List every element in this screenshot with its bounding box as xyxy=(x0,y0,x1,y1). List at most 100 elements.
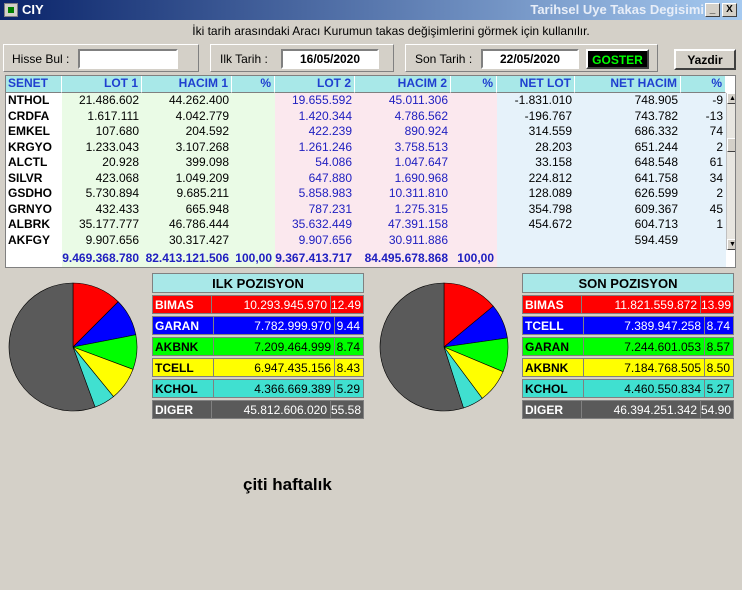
hisse-search-input[interactable] xyxy=(78,49,178,69)
grid-cell-lot1[interactable]: 35.177.777 xyxy=(62,217,142,233)
grid-cell-hacim2[interactable]: 1.275.315 xyxy=(355,202,451,218)
grid-cell-lot2[interactable]: 787.231 xyxy=(275,202,355,218)
scroll-down-icon[interactable]: ▼ xyxy=(727,239,735,250)
grid-cell-hacim2[interactable]: 30.911.886 xyxy=(355,233,451,249)
takas-grid[interactable]: SENET NTHOL CRDFA EMKEL KRGYO ALCTL SILVR GSDHO… xyxy=(5,75,736,268)
grid-cell-pct2[interactable] xyxy=(451,171,497,187)
grid-cell-hacim1[interactable]: 399.098 xyxy=(142,155,232,171)
grid-cell-hacim2[interactable]: 1.047.647 xyxy=(355,155,451,171)
grid-cell-hacim2[interactable]: 890.924 xyxy=(355,124,451,140)
grid-cell-net-pct[interactable]: 74 xyxy=(681,124,726,140)
column-header-net-pct[interactable]: % xyxy=(681,76,726,93)
grid-cell-net-pct[interactable]: -9 xyxy=(681,93,726,109)
grid-cell-lot2[interactable]: 5.858.983 xyxy=(275,186,355,202)
grid-cell-lot1[interactable]: 423.068 xyxy=(62,171,142,187)
grid-cell-pct1[interactable] xyxy=(232,155,275,171)
column-header-senet[interactable]: SENET xyxy=(6,76,62,93)
grid-cell-senet[interactable]: KRGYO xyxy=(6,140,62,156)
grid-vertical-scrollbar[interactable]: ▲ ▼ xyxy=(726,93,735,250)
grid-cell-pct1[interactable] xyxy=(232,140,275,156)
grid-cell-hacim1[interactable]: 204.592 xyxy=(142,124,232,140)
grid-cell-pct2[interactable] xyxy=(451,124,497,140)
scroll-up-icon[interactable]: ▲ xyxy=(727,93,735,104)
grid-cell-hacim1[interactable]: 4.042.779 xyxy=(142,109,232,125)
grid-cell-net-lot[interactable] xyxy=(497,233,575,249)
grid-cell-net-lot[interactable]: -1.831.010 xyxy=(497,93,575,109)
grid-cell-senet[interactable]: GRNYO xyxy=(6,202,62,218)
grid-cell-net-pct[interactable]: 45 xyxy=(681,202,726,218)
column-header-lot1[interactable]: LOT 1 xyxy=(62,76,142,93)
grid-cell-hacim2[interactable]: 47.391.158 xyxy=(355,217,451,233)
grid-cell-net-lot[interactable]: 314.559 xyxy=(497,124,575,140)
grid-cell-lot2[interactable]: 647.880 xyxy=(275,171,355,187)
minimize-button[interactable]: _ xyxy=(705,3,720,17)
scroll-thumb[interactable] xyxy=(727,138,735,152)
grid-cell-net-lot[interactable]: 33.158 xyxy=(497,155,575,171)
column-header-pct1[interactable]: % xyxy=(232,76,275,93)
grid-cell-senet[interactable]: ALBRK xyxy=(6,217,62,233)
grid-cell-net-lot[interactable]: 454.672 xyxy=(497,217,575,233)
grid-cell-net-pct[interactable]: 34 xyxy=(681,171,726,187)
grid-cell-lot2[interactable]: 35.632.449 xyxy=(275,217,355,233)
grid-cell-pct2[interactable] xyxy=(451,140,497,156)
grid-cell-lot2[interactable]: 54.086 xyxy=(275,155,355,171)
column-header-hacim2[interactable]: HACIM 2 xyxy=(355,76,451,93)
grid-cell-hacim2[interactable]: 1.690.968 xyxy=(355,171,451,187)
grid-cell-net-pct[interactable] xyxy=(681,233,726,249)
ilk-tarih-field[interactable]: 16/05/2020 xyxy=(281,49,379,69)
grid-cell-hacim1[interactable]: 9.685.211 xyxy=(142,186,232,202)
grid-cell-pct2[interactable] xyxy=(451,93,497,109)
grid-cell-senet[interactable]: CRDFA xyxy=(6,109,62,125)
grid-cell-senet[interactable]: ALCTL xyxy=(6,155,62,171)
column-header-hacim1[interactable]: HACIM 1 xyxy=(142,76,232,93)
grid-cell-lot1[interactable]: 1.233.043 xyxy=(62,140,142,156)
grid-cell-pct1[interactable] xyxy=(232,93,275,109)
grid-cell-lot1[interactable]: 107.680 xyxy=(62,124,142,140)
grid-cell-net-hacim[interactable]: 651.244 xyxy=(575,140,681,156)
grid-cell-lot1[interactable]: 432.433 xyxy=(62,202,142,218)
grid-cell-lot1[interactable]: 9.907.656 xyxy=(62,233,142,249)
grid-cell-lot2[interactable]: 422.239 xyxy=(275,124,355,140)
grid-cell-senet[interactable]: SILVR xyxy=(6,171,62,187)
grid-cell-pct2[interactable] xyxy=(451,186,497,202)
grid-cell-pct1[interactable] xyxy=(232,202,275,218)
grid-cell-hacim1[interactable]: 3.107.268 xyxy=(142,140,232,156)
grid-cell-net-hacim[interactable]: 648.548 xyxy=(575,155,681,171)
grid-cell-pct1[interactable] xyxy=(232,217,275,233)
son-tarih-field[interactable]: 22/05/2020 xyxy=(481,49,579,69)
grid-cell-lot2[interactable]: 19.655.592 xyxy=(275,93,355,109)
close-button[interactable]: X xyxy=(722,3,737,17)
grid-cell-hacim1[interactable]: 46.786.444 xyxy=(142,217,232,233)
grid-cell-senet[interactable]: GSDHO xyxy=(6,186,62,202)
grid-cell-lot1[interactable]: 5.730.894 xyxy=(62,186,142,202)
grid-cell-net-pct[interactable]: 1 xyxy=(681,217,726,233)
grid-cell-senet[interactable]: AKFGY xyxy=(6,233,62,249)
grid-cell-net-pct[interactable]: 2 xyxy=(681,186,726,202)
grid-cell-hacim1[interactable]: 44.262.400 xyxy=(142,93,232,109)
grid-cell-senet[interactable]: NTHOL xyxy=(6,93,62,109)
grid-cell-hacim1[interactable]: 30.317.427 xyxy=(142,233,232,249)
grid-cell-senet[interactable]: EMKEL xyxy=(6,124,62,140)
grid-cell-net-lot[interactable]: 128.089 xyxy=(497,186,575,202)
grid-cell-net-hacim[interactable]: 626.599 xyxy=(575,186,681,202)
grid-cell-net-hacim[interactable]: 604.713 xyxy=(575,217,681,233)
grid-cell-net-hacim[interactable]: 748.905 xyxy=(575,93,681,109)
grid-cell-net-lot[interactable]: -196.767 xyxy=(497,109,575,125)
column-header-pct2[interactable]: % xyxy=(451,76,497,93)
grid-cell-pct1[interactable] xyxy=(232,171,275,187)
grid-cell-net-pct[interactable]: 2 xyxy=(681,140,726,156)
grid-cell-lot2[interactable]: 9.907.656 xyxy=(275,233,355,249)
grid-cell-pct1[interactable] xyxy=(232,233,275,249)
grid-cell-net-lot[interactable]: 224.812 xyxy=(497,171,575,187)
grid-cell-pct2[interactable] xyxy=(451,202,497,218)
grid-cell-net-lot[interactable]: 354.798 xyxy=(497,202,575,218)
grid-cell-net-hacim[interactable]: 609.367 xyxy=(575,202,681,218)
grid-cell-lot2[interactable]: 1.261.246 xyxy=(275,140,355,156)
grid-cell-hacim1[interactable]: 1.049.209 xyxy=(142,171,232,187)
grid-cell-lot1[interactable]: 21.486.602 xyxy=(62,93,142,109)
grid-cell-pct2[interactable] xyxy=(451,233,497,249)
goster-button[interactable]: GOSTER xyxy=(586,49,649,69)
grid-cell-lot1[interactable]: 1.617.111 xyxy=(62,109,142,125)
grid-cell-hacim2[interactable]: 4.786.562 xyxy=(355,109,451,125)
app-icon[interactable] xyxy=(4,3,18,17)
